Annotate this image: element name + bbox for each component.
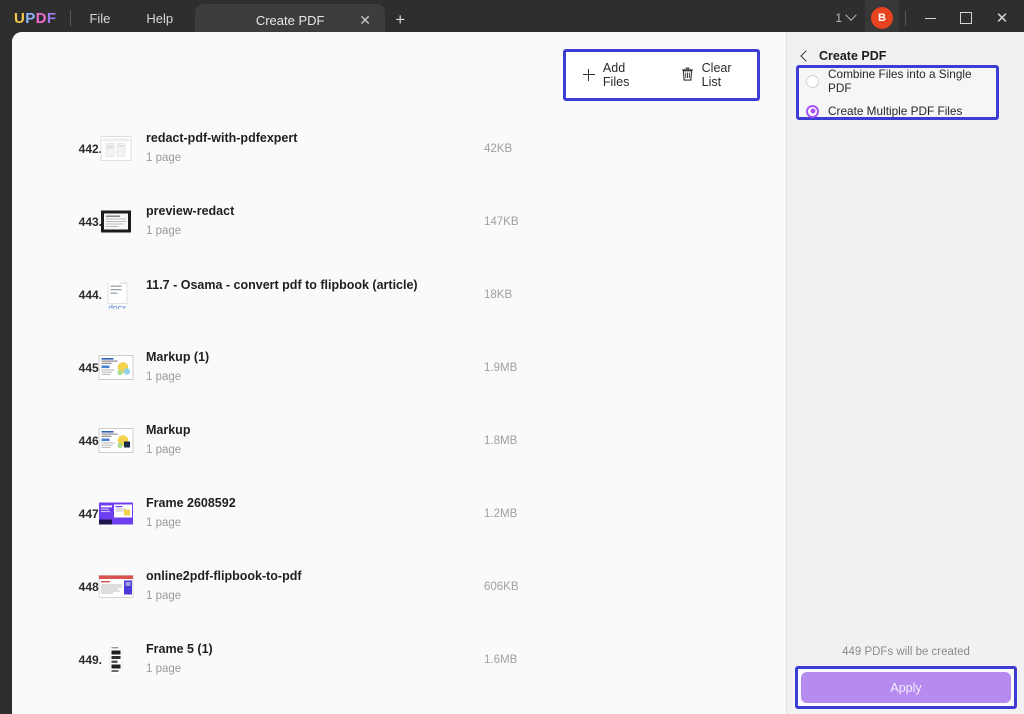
table-row[interactable]: 449. Frame 5 (1) 1 page 1.6MB bbox=[12, 623, 786, 696]
clear-list-button[interactable]: Clear List bbox=[681, 61, 754, 89]
radio-label: Create Multiple PDF Files bbox=[828, 104, 963, 118]
file-size: 1.2MB bbox=[484, 507, 518, 520]
apply-button[interactable]: Apply bbox=[801, 672, 1011, 703]
file-size: 18KB bbox=[484, 288, 513, 301]
close-icon[interactable]: ✕ bbox=[357, 12, 373, 28]
file-thumbnail-icon bbox=[98, 427, 134, 454]
menu-file[interactable]: File bbox=[71, 0, 128, 36]
file-meta: Markup 1 page bbox=[146, 423, 191, 457]
trash-icon bbox=[681, 67, 694, 84]
title-bar: UPDF File Help Create PDF ✕ + 1 B ✕ bbox=[0, 0, 1024, 36]
logo-letter-u: U bbox=[14, 9, 26, 27]
file-name: online2pdf-flipbook-to-pdf bbox=[146, 569, 302, 584]
table-row[interactable]: 446. Markup 1 page 1.8MB bbox=[12, 404, 786, 477]
file-pages: 1 page bbox=[146, 444, 182, 457]
page-count-dropdown[interactable]: 1 bbox=[825, 9, 865, 25]
avatar: B bbox=[871, 7, 893, 29]
file-thumbnail-icon bbox=[98, 354, 134, 381]
output-mode-radio-group: Combine Files into a Single PDF Create M… bbox=[802, 67, 993, 118]
file-meta: preview-redact 1 page bbox=[146, 204, 235, 238]
file-pages: 1 page bbox=[146, 590, 182, 603]
file-meta: Markup (1) 1 page bbox=[146, 350, 210, 384]
panel-header: Create PDF bbox=[787, 32, 1024, 66]
file-pages: 1 page bbox=[146, 371, 182, 384]
file-thumbnail-icon bbox=[98, 573, 134, 600]
add-files-label: Add Files bbox=[602, 61, 630, 89]
menu-help[interactable]: Help bbox=[128, 0, 191, 36]
file-meta: Frame 5 (1) 1 page bbox=[146, 642, 213, 676]
minimize-icon[interactable] bbox=[912, 0, 948, 36]
file-pages: 1 page bbox=[146, 152, 182, 165]
radio-label: Combine Files into a Single PDF bbox=[828, 67, 972, 95]
plus-icon bbox=[583, 69, 595, 81]
table-row[interactable]: 444. .docx 11.7 - Osama - convert pdf to bbox=[12, 258, 786, 331]
file-pages: 1 page bbox=[146, 517, 182, 530]
page-count-value: 1 bbox=[835, 11, 842, 25]
file-size: 147KB bbox=[484, 215, 519, 228]
radio-option-combine-single-pdf[interactable]: Combine Files into a Single PDF bbox=[806, 67, 993, 95]
maximize-icon[interactable] bbox=[948, 0, 984, 36]
file-thumbnail-icon bbox=[98, 646, 134, 673]
file-list-pane: Add Files Clear List 442. redact-pdf-wit… bbox=[12, 32, 786, 714]
table-row[interactable]: 443. preview-redact 1 page 147KB bbox=[12, 185, 786, 258]
file-list[interactable]: 442. redact-pdf-with-pdfexpert 1 page 42… bbox=[12, 112, 786, 709]
file-thumbnail-icon bbox=[98, 135, 134, 162]
content-area: Add Files Clear List 442. redact-pdf-wit… bbox=[12, 32, 1024, 714]
file-meta: redact-pdf-with-pdfexpert 1 page bbox=[146, 131, 298, 165]
file-pages: 1 page bbox=[146, 663, 182, 676]
radio-icon-selected bbox=[806, 104, 819, 118]
table-row[interactable]: 445. Markup (1) 1 page 1.9MB bbox=[12, 331, 786, 404]
window-controls-divider bbox=[905, 10, 906, 26]
docx-file-icon: .docx bbox=[98, 281, 134, 308]
file-meta: 11.7 - Osama - convert pdf to flipbook (… bbox=[146, 277, 418, 311]
file-pages bbox=[146, 298, 418, 310]
window-close-icon[interactable]: ✕ bbox=[984, 0, 1020, 36]
file-name: Frame 5 (1) bbox=[146, 642, 213, 657]
pdf-count-note: 449 PDFs will be created bbox=[842, 646, 970, 658]
file-pages: 1 page bbox=[146, 225, 182, 238]
add-files-button[interactable]: Add Files bbox=[583, 61, 655, 89]
radio-icon-unselected bbox=[806, 74, 819, 88]
table-row[interactable]: 447. Frame 2608592 1 page 1.2MB bbox=[12, 477, 786, 550]
file-name: Frame 2608592 bbox=[146, 496, 236, 511]
file-size: 606KB bbox=[484, 580, 519, 593]
titlebar-spacer bbox=[415, 0, 825, 36]
file-name: Markup (1) bbox=[146, 350, 210, 365]
file-size: 42KB bbox=[484, 142, 513, 155]
window-controls-zone: 1 B ✕ bbox=[825, 0, 1024, 36]
file-size: 1.6MB bbox=[484, 653, 518, 666]
chevron-down-icon bbox=[845, 9, 857, 21]
updf-application-window: UPDF File Help Create PDF ✕ + 1 B ✕ Add … bbox=[0, 0, 1024, 714]
file-name: Markup bbox=[146, 423, 191, 438]
file-size: 1.9MB bbox=[484, 361, 518, 374]
tab-label: Create PDF bbox=[255, 12, 325, 28]
logo-letter-p: P bbox=[25, 9, 36, 27]
svg-text:.docx: .docx bbox=[106, 303, 127, 309]
file-toolbar: Add Files Clear List bbox=[569, 55, 754, 95]
file-name: 11.7 - Osama - convert pdf to flipbook (… bbox=[146, 277, 418, 292]
table-row[interactable]: 442. redact-pdf-with-pdfexpert 1 page 42… bbox=[12, 112, 786, 185]
file-name: redact-pdf-with-pdfexpert bbox=[146, 131, 298, 146]
chevron-left-icon[interactable] bbox=[800, 50, 812, 62]
logo-letter-d: D bbox=[35, 9, 47, 27]
file-name: preview-redact bbox=[146, 204, 235, 219]
table-row[interactable]: 448. online2pdf-flipbook-to-pdf 1 page 6… bbox=[12, 550, 786, 623]
panel-title: Create PDF bbox=[819, 49, 887, 63]
file-size: 1.8MB bbox=[484, 434, 518, 447]
logo-letter-f: F bbox=[46, 9, 57, 27]
radio-option-create-multiple-pdfs[interactable]: Create Multiple PDF Files bbox=[806, 104, 993, 118]
avatar-container[interactable]: B bbox=[865, 0, 899, 36]
file-thumbnail-icon bbox=[98, 208, 134, 235]
create-pdf-options-panel: Create PDF Combine Files into a Single P… bbox=[786, 32, 1024, 714]
file-meta: online2pdf-flipbook-to-pdf 1 page bbox=[146, 569, 302, 603]
file-thumbnail-icon bbox=[98, 500, 134, 527]
clear-list-label: Clear List bbox=[701, 61, 732, 89]
file-meta: Frame 2608592 1 page bbox=[146, 496, 236, 530]
updf-logo: UPDF bbox=[0, 0, 70, 36]
